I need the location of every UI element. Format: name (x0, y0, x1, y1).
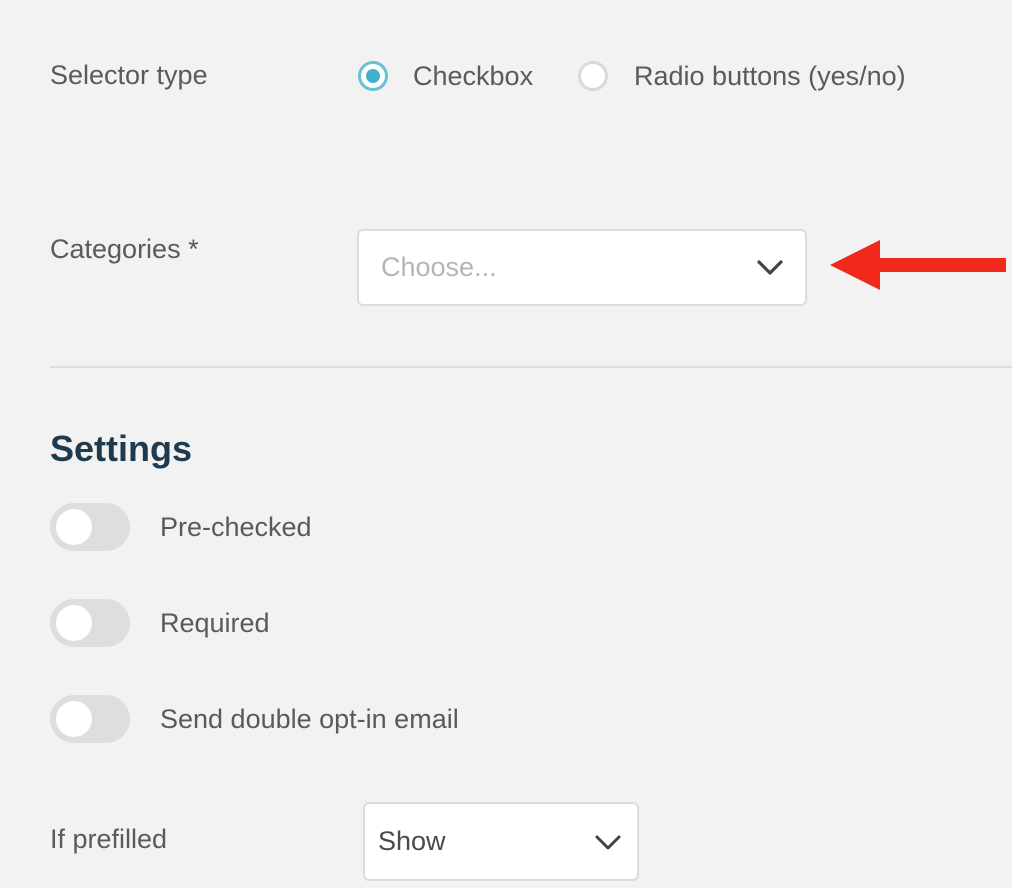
if-prefilled-select[interactable]: Show (363, 802, 639, 881)
selector-type-label: Selector type (50, 60, 208, 90)
if-prefilled-label: If prefilled (50, 824, 168, 854)
toggle-row-required: Required (50, 598, 270, 648)
required-toggle[interactable] (50, 599, 130, 647)
settings-heading: Settings (50, 428, 193, 469)
radio-option-label: Radio buttons (yes/no) (634, 60, 906, 91)
toggle-row-double-opt-in: Send double opt-in email (50, 694, 459, 744)
radio-option-label: Checkbox (413, 60, 534, 91)
toggle-label: Pre-checked (160, 511, 312, 542)
double-opt-in-toggle[interactable] (50, 695, 130, 743)
radio-dot-icon (366, 69, 380, 83)
radio-checked-icon[interactable] (358, 61, 388, 91)
toggle-row-pre-checked: Pre-checked (50, 502, 312, 552)
chevron-down-icon (757, 260, 783, 275)
toggle-knob (56, 605, 92, 641)
toggle-knob (56, 701, 92, 737)
toggle-label: Required (160, 607, 270, 638)
radio-option-radio-buttons[interactable]: Radio buttons (yes/no) (578, 56, 906, 96)
radio-unchecked-icon[interactable] (578, 61, 608, 91)
pre-checked-toggle[interactable] (50, 503, 130, 551)
toggle-knob (56, 509, 92, 545)
if-prefilled-value: Show (378, 826, 446, 856)
field-settings-panel: Selector type Checkbox Radio buttons (ye… (0, 0, 1012, 888)
radio-option-checkbox[interactable]: Checkbox (358, 56, 533, 96)
toggle-label: Send double opt-in email (160, 703, 459, 734)
categories-placeholder: Choose... (381, 252, 497, 282)
chevron-down-icon (595, 835, 621, 850)
categories-label: Categories * (50, 234, 199, 264)
categories-select[interactable]: Choose... (357, 229, 807, 306)
section-divider (50, 366, 1012, 368)
red-arrow-icon (830, 240, 1006, 290)
